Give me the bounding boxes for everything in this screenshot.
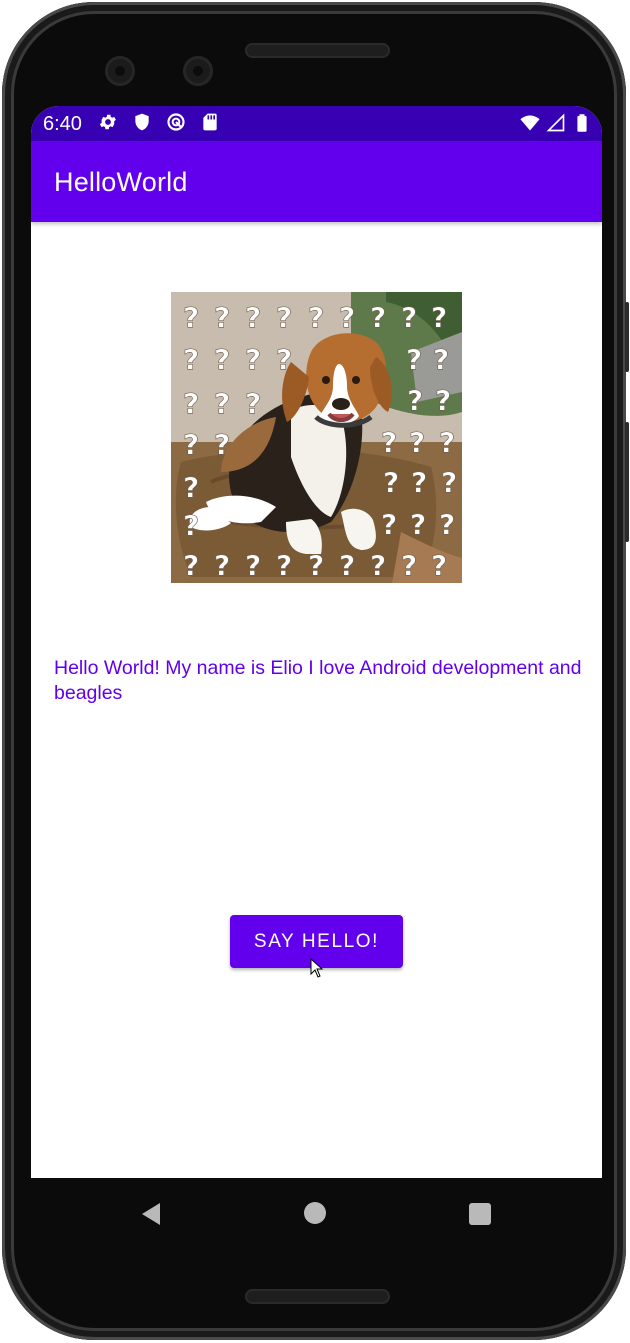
vpn-icon: [167, 113, 185, 131]
svg-text:?: ?: [276, 301, 292, 334]
svg-text:?: ?: [439, 426, 455, 459]
navigation-bar: [31, 1178, 602, 1248]
svg-text:?: ?: [339, 301, 355, 334]
svg-text:?: ?: [276, 343, 292, 376]
power-button: [625, 422, 629, 542]
svg-text:?: ?: [183, 471, 199, 504]
volume-button: [625, 302, 629, 372]
app-bar: HelloWorld: [31, 141, 602, 222]
svg-text:?: ?: [441, 466, 457, 499]
mouse-cursor-icon: [310, 958, 324, 978]
svg-text:?: ?: [214, 549, 230, 582]
svg-text:?: ?: [433, 343, 449, 376]
app-screen: 6:40 HelloWorld ? ? ? ? ? ? ? ? ? ? ? ? …: [31, 106, 602, 1178]
shield-icon: [135, 113, 149, 131]
svg-text:?: ?: [183, 301, 199, 334]
gear-icon: [99, 114, 116, 130]
svg-text:?: ?: [245, 301, 261, 334]
svg-text:?: ?: [339, 549, 355, 582]
svg-text:?: ?: [410, 508, 426, 541]
svg-text:?: ?: [381, 508, 397, 541]
back-icon[interactable]: [139, 1202, 163, 1226]
svg-text:?: ?: [370, 301, 386, 334]
svg-text:?: ?: [431, 301, 447, 334]
wifi-icon: [520, 115, 540, 131]
svg-text:?: ?: [439, 508, 455, 541]
svg-text:?: ?: [370, 549, 386, 582]
recents-icon[interactable]: [469, 1203, 491, 1225]
sd-card-icon: [203, 113, 217, 131]
svg-text:?: ?: [183, 387, 199, 420]
beagle-photo: ????????? ?????? ????? ????? ???? ???? ?…: [171, 292, 462, 583]
svg-text:?: ?: [308, 301, 324, 334]
svg-text:?: ?: [245, 343, 261, 376]
svg-text:?: ?: [401, 301, 417, 334]
hello-message: Hello World! My name is Elio I love Andr…: [54, 657, 582, 704]
svg-text:?: ?: [407, 384, 423, 417]
svg-text:?: ?: [401, 549, 417, 582]
svg-text:?: ?: [435, 384, 451, 417]
svg-text:?: ?: [245, 387, 261, 420]
home-icon[interactable]: [304, 1202, 326, 1224]
svg-text:?: ?: [214, 387, 230, 420]
svg-text:?: ?: [431, 549, 447, 582]
svg-text:?: ?: [276, 549, 292, 582]
top-speaker-grille: [245, 43, 390, 58]
front-camera: [105, 56, 135, 86]
svg-text:?: ?: [406, 343, 422, 376]
svg-text:?: ?: [308, 549, 324, 582]
svg-text:?: ?: [214, 343, 230, 376]
svg-text:?: ?: [214, 301, 230, 334]
app-title: HelloWorld: [54, 167, 188, 197]
svg-text:?: ?: [183, 549, 199, 582]
svg-text:?: ?: [383, 466, 399, 499]
status-bar: 6:40: [31, 106, 602, 141]
svg-text:?: ?: [183, 428, 199, 461]
svg-text:?: ?: [381, 426, 397, 459]
front-sensor: [183, 56, 213, 86]
svg-text:?: ?: [411, 466, 427, 499]
cell-signal-icon: [546, 113, 565, 132]
svg-text:?: ?: [183, 509, 199, 542]
svg-text:?: ?: [214, 428, 230, 461]
svg-text:?: ?: [183, 343, 199, 376]
status-time: 6:40: [43, 113, 82, 135]
svg-text:?: ?: [245, 549, 261, 582]
svg-text:?: ?: [409, 426, 425, 459]
battery-icon: [577, 114, 587, 132]
bottom-speaker-grille: [245, 1289, 390, 1304]
